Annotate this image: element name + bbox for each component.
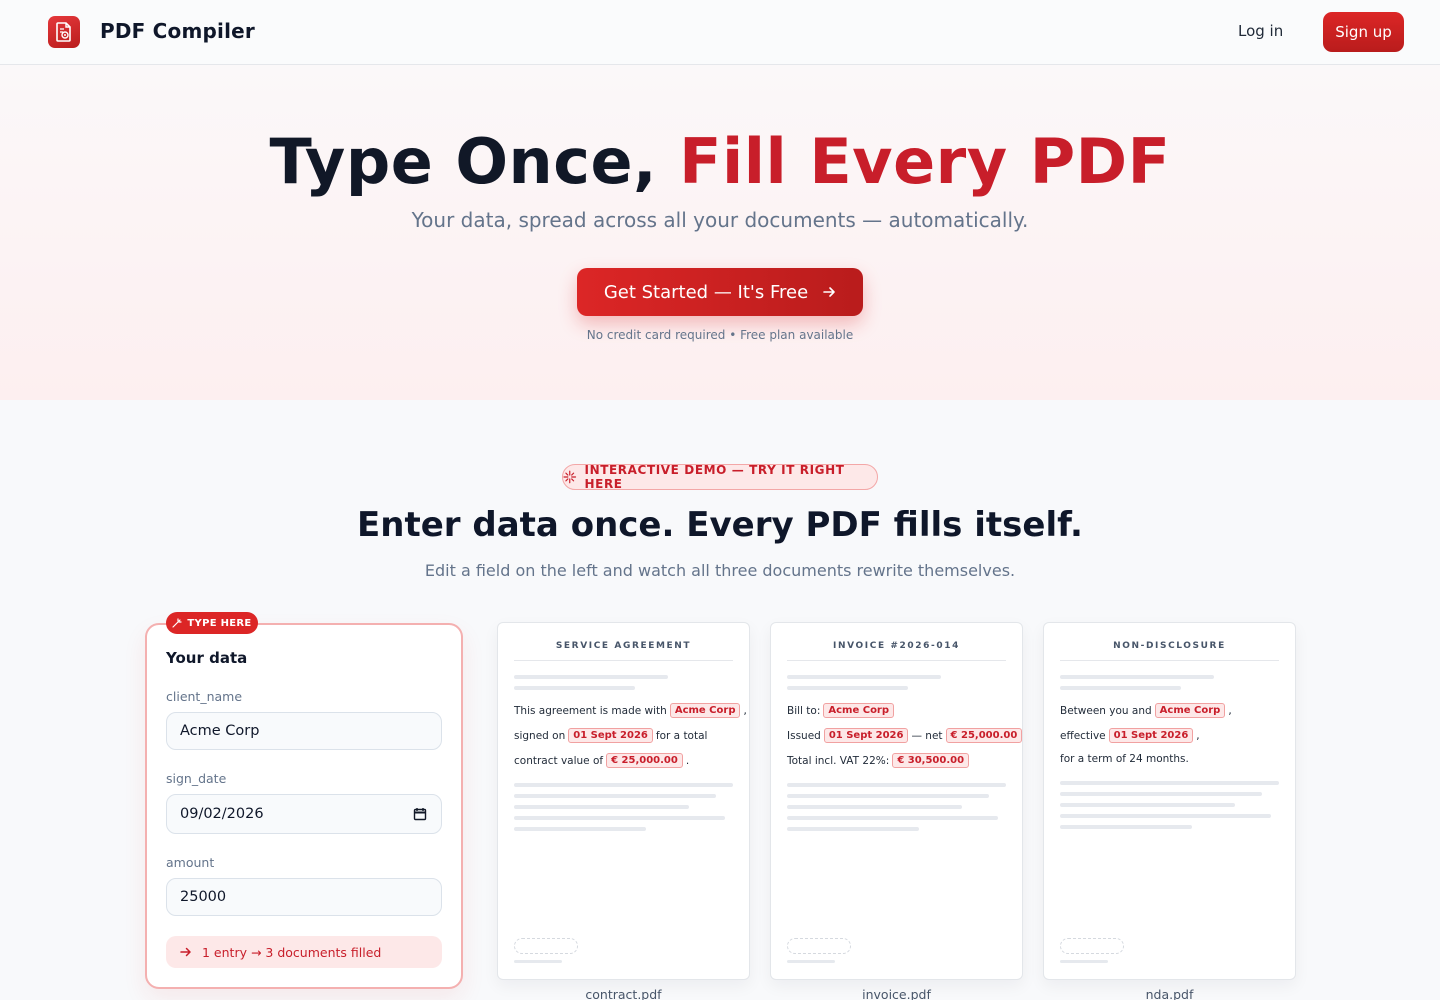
field-chip: Acme Corp <box>823 703 895 718</box>
sparkle-icon <box>563 470 577 484</box>
result-status: 1 entry → 3 documents filled <box>166 936 442 968</box>
client-name-input[interactable]: Acme Corp <box>166 712 442 750</box>
doc-filename: nda.pdf <box>1145 987 1194 1000</box>
doc-header: SERVICE AGREEMENT <box>514 641 733 661</box>
doc-line: effective 01 Sept 2026, <box>1060 728 1200 743</box>
doc-filename: contract.pdf <box>585 987 662 1000</box>
type-here-label: TYPE HERE <box>187 617 252 629</box>
doc-line: Issued 01 Sept 2026— net € 25,000.00 <box>787 728 1023 743</box>
hero-subtitle: Your data, spread across all your docume… <box>411 208 1029 232</box>
hero-section: Type Once, Fill Every PDF Your data, spr… <box>0 65 1440 400</box>
hero-title: Type Once, Fill Every PDF <box>0 125 1440 198</box>
doc-card-invoice: INVOICE #2026-014 Bill to: Acme Corp Issu… <box>770 622 1023 980</box>
login-link[interactable]: Log in <box>1238 22 1283 40</box>
field-chip: Acme Corp <box>1154 703 1226 718</box>
arrow-right-icon <box>180 947 191 957</box>
field-chip: 01 Sept 2026 <box>823 728 909 743</box>
type-here-tag: TYPE HERE <box>166 612 258 634</box>
doc-header: NON-DISCLOSURE <box>1060 641 1279 661</box>
field-chip: Acme Corp <box>669 703 741 718</box>
doc-header: INVOICE #2026-014 <box>787 641 1006 661</box>
badge-label: INTERACTIVE DEMO — TRY IT RIGHT HERE <box>584 463 845 491</box>
form-heading: Your data <box>166 649 248 667</box>
get-started-label: Get Started — It's Free <box>603 281 809 303</box>
doc-line: for a term of 24 months. <box>1060 753 1189 765</box>
field-chip: 01 Sept 2026 <box>1108 728 1194 743</box>
demo-title: Enter data once. Every PDF fills itself. <box>357 505 1083 545</box>
doc-line: signed on 01 Sept 2026 for a total <box>514 728 708 743</box>
field-chip: € 25,000.00 <box>606 753 683 768</box>
top-navbar: PDF Compiler Log in Sign up <box>0 0 1440 65</box>
calendar-icon[interactable] <box>413 807 427 821</box>
field-chip: € 25,000.00 <box>945 728 1023 743</box>
signature-placeholder <box>1060 938 1124 954</box>
cta-note: No credit card required • Free plan avai… <box>586 328 854 342</box>
interactive-demo-badge: INTERACTIVE DEMO — TRY IT RIGHT HERE <box>562 463 878 491</box>
signature-placeholder <box>514 938 578 954</box>
field-chip: € 30,500.00 <box>892 753 970 768</box>
sign-date-input[interactable]: 09/02/2026 <box>166 794 442 834</box>
pdf-logo-icon[interactable] <box>48 16 80 48</box>
amount-label: amount <box>166 855 215 870</box>
doc-line: This agreement is made with Acme Corp, <box>514 703 747 718</box>
field-chip: 01 Sept 2026 <box>568 728 653 743</box>
arrow-right-icon <box>823 287 835 297</box>
sign-date-value: 09/02/2026 <box>180 806 264 822</box>
doc-line: Total incl. VAT 22%: € 30,500.00 <box>787 753 970 768</box>
amount-input[interactable]: 25000 <box>166 878 442 916</box>
signature-placeholder <box>787 938 851 954</box>
signup-button[interactable]: Sign up <box>1323 12 1404 52</box>
result-text: 1 entry → 3 documents filled <box>202 944 382 960</box>
wand-icon <box>172 618 183 628</box>
sign-date-label: sign_date <box>166 771 227 786</box>
hero-title-accent: Fill Every PDF <box>679 125 1171 198</box>
hero-title-lead: Type Once, <box>269 125 680 198</box>
get-started-button[interactable]: Get Started — It's Free <box>577 268 863 316</box>
doc-line: contract value of € 25,000.00. <box>514 753 690 768</box>
demo-subtitle: Edit a field on the left and watch all t… <box>424 561 1016 580</box>
client-name-label: client_name <box>166 689 243 704</box>
doc-line: Bill to: Acme Corp <box>787 703 895 718</box>
brand-name[interactable]: PDF Compiler <box>100 19 255 43</box>
doc-filename: invoice.pdf <box>862 987 931 1000</box>
doc-line: Between you and Acme Corp, <box>1060 703 1232 718</box>
doc-card-contract: SERVICE AGREEMENT This agreement is made… <box>497 622 750 980</box>
doc-card-nda: NON-DISCLOSURE Between you and Acme Corp,… <box>1043 622 1296 980</box>
